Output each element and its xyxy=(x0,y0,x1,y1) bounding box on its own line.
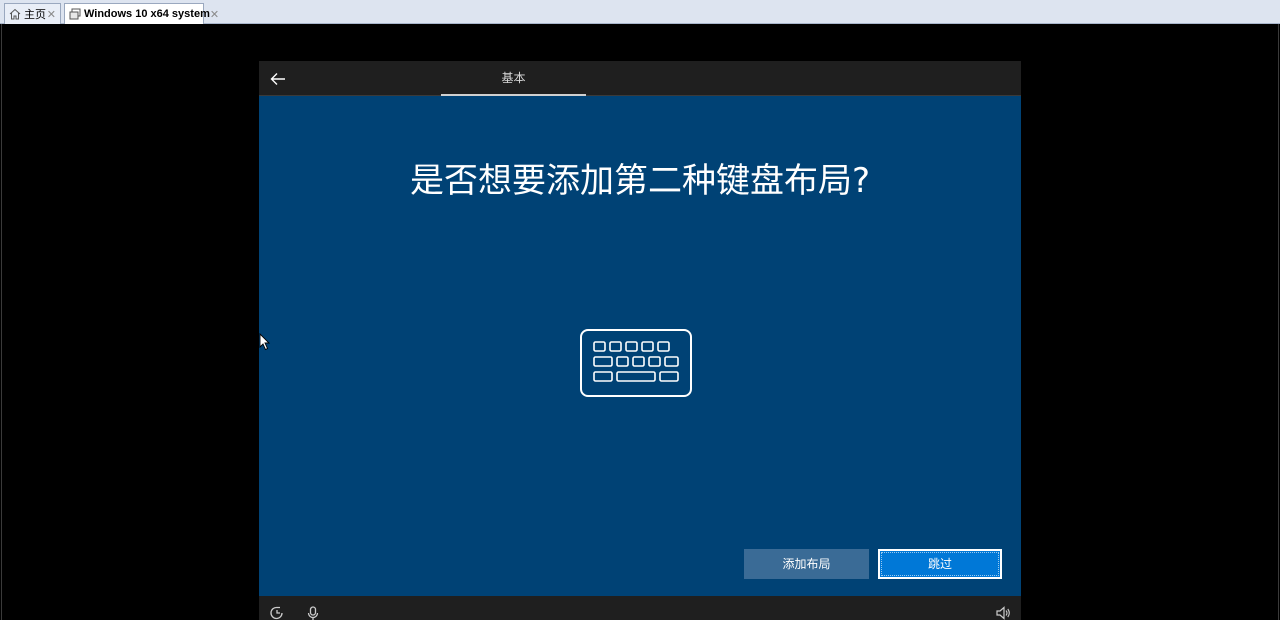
tab-vm[interactable]: Windows 10 x64 system ✕ xyxy=(64,3,219,24)
microphone-icon[interactable] xyxy=(305,606,321,620)
add-layout-button[interactable]: 添加布局 xyxy=(744,549,869,579)
oobe-screen: 基本 是否想要添加第二种键盘布局? 添加布局 跳过 xyxy=(259,61,1021,620)
header-tab-basics: 基本 xyxy=(501,71,526,85)
keyboard-icon xyxy=(580,329,692,397)
volume-icon[interactable] xyxy=(995,606,1011,620)
tab-home[interactable]: 主页 ✕ xyxy=(4,3,61,24)
close-icon[interactable]: ✕ xyxy=(47,8,56,21)
tab-label: 主页 xyxy=(24,9,46,21)
home-icon xyxy=(9,8,21,20)
oobe-header: 基本 xyxy=(259,61,1021,96)
page-title: 是否想要添加第二种键盘布局? xyxy=(409,161,871,201)
focus-ring xyxy=(881,552,999,576)
host-tab-bar: 主页 ✕ Windows 10 x64 system ✕ xyxy=(0,0,1280,24)
ease-of-access-icon[interactable] xyxy=(269,606,285,620)
skip-button[interactable]: 跳过 xyxy=(878,549,1002,579)
tab-label: Windows 10 x64 system xyxy=(84,8,210,20)
mouse-cursor-icon xyxy=(259,333,271,351)
back-arrow-icon[interactable] xyxy=(267,68,289,90)
tab-underline xyxy=(441,94,586,96)
close-icon[interactable]: ✕ xyxy=(210,8,219,21)
oobe-footer xyxy=(259,596,1021,620)
vm-icon xyxy=(69,8,81,20)
